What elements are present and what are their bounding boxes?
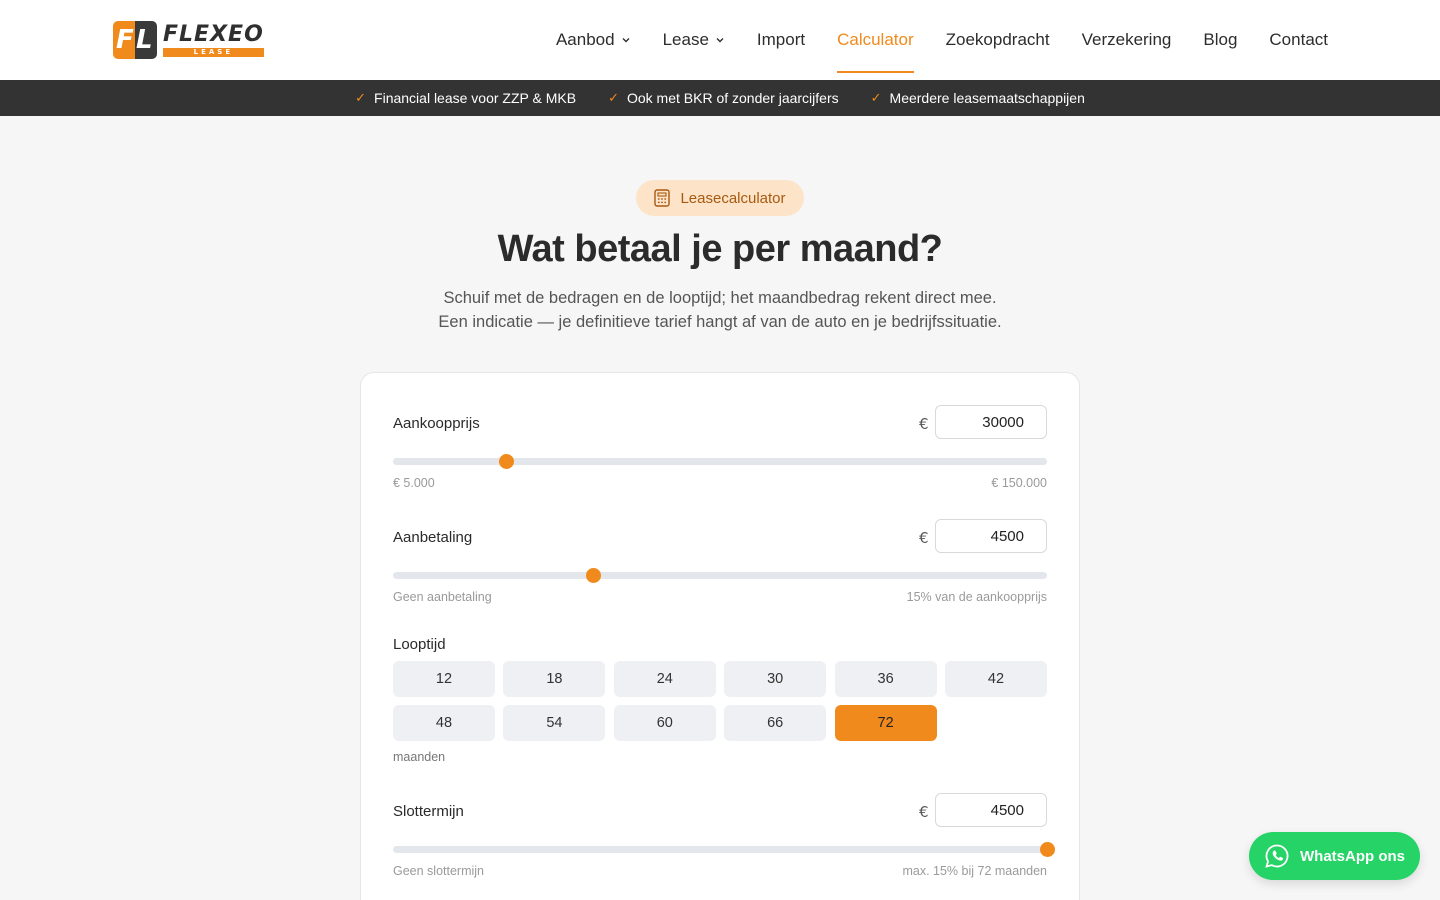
purchase-price-min-label: € 5.000 — [393, 476, 435, 490]
downpayment-label: Aanbetaling — [393, 529, 473, 546]
badge-label: Leasecalculator — [680, 189, 786, 207]
brand-logo[interactable]: F L FLEXEO LEASE — [113, 20, 264, 60]
currency-symbol: € — [919, 415, 929, 433]
nav-item-label: Import — [756, 30, 806, 49]
term-option-54[interactable]: 54 — [503, 705, 606, 741]
nav-item-verzekering[interactable]: Verzekering — [1082, 0, 1172, 80]
logo-wordmark: FLEXEO — [163, 21, 264, 47]
subtitle-line: Een indicatie — je definitieve tarief ha… — [438, 313, 1002, 331]
page-title: Wat betaal je per maand? — [497, 228, 943, 270]
usp-text: Ook met BKR of zonder jaarcijfers — [626, 90, 839, 106]
usp-bar: ✓ Financial lease voor ZZP & MKB ✓ Ook m… — [0, 80, 1440, 116]
check-icon: ✓ — [355, 90, 367, 105]
term-option-48[interactable]: 48 — [393, 705, 495, 741]
term-option-24[interactable]: 24 — [613, 661, 716, 697]
balloon-slider[interactable] — [393, 842, 1055, 857]
currency-symbol: € — [919, 529, 929, 547]
purchase-price-slider[interactable] — [393, 454, 1047, 469]
term-unit-label: maanden — [393, 750, 446, 764]
usp-text: Financial lease voor ZZP & MKB — [374, 90, 577, 106]
nav-item-blog[interactable]: Blog — [1203, 0, 1237, 80]
term-option-12[interactable]: 12 — [393, 661, 495, 697]
nav-item-label: Contact — [1269, 30, 1328, 49]
downpayment-min-label: Geen aanbetaling — [393, 590, 492, 604]
logo-mark-l: L — [136, 25, 153, 55]
usp-item: ✓ Ook met BKR of zonder jaarcijfers — [608, 90, 839, 106]
whatsapp-icon — [1265, 844, 1289, 868]
downpayment-slider[interactable] — [393, 568, 1047, 583]
nav-item-lease[interactable]: Lease — [663, 0, 725, 80]
lease-calculator-card: Aankoopprijs € € 5.000 € 150.000 Aanbeta… — [360, 372, 1080, 900]
purchase-price-label: Aankoopprijs — [393, 415, 480, 432]
subtitle-line: Schuif met de bedragen en de looptijd; h… — [443, 289, 997, 307]
whatsapp-label: WhatsApp ons — [1300, 847, 1405, 865]
nav-item-calculator[interactable]: Calculator — [837, 0, 914, 80]
term-label: Looptijd — [393, 636, 446, 653]
purchase-price-input[interactable] — [935, 405, 1047, 439]
nav-item-label: Calculator — [837, 30, 914, 49]
term-option-72[interactable]: 72 — [834, 705, 937, 741]
site-header: F L FLEXEO LEASE Aanbod Lease Import Cal… — [0, 0, 1440, 80]
check-icon: ✓ — [870, 90, 882, 105]
nav-item-label: Lease — [662, 30, 709, 49]
downpayment-input[interactable] — [935, 519, 1047, 553]
nav-item-label: Verzekering — [1081, 30, 1172, 49]
balloon-min-label: Geen slottermijn — [393, 864, 485, 878]
balloon-input[interactable] — [935, 793, 1047, 827]
term-option-66[interactable]: 66 — [724, 705, 827, 741]
purchase-price-slider-thumb[interactable] — [498, 454, 514, 469]
logo-mark: F L — [113, 21, 157, 59]
page-subtitle: Schuif met de bedragen en de looptijd; h… — [0, 286, 1440, 334]
balloon-label: Slottermijn — [393, 803, 464, 820]
nav-item-zoekopdracht[interactable]: Zoekopdracht — [946, 0, 1050, 80]
nav-item-label: Aanbod — [555, 30, 615, 49]
logo-text: FLEXEO LEASE — [163, 21, 264, 57]
usp-item: ✓ Meerdere leasemaatschappijen — [871, 90, 1085, 106]
nav-item-label: Zoekopdracht — [945, 30, 1050, 49]
usp-text: Meerdere leasemaatschappijen — [889, 90, 1085, 106]
balloon-max-label: max. 15% bij 72 maanden — [902, 864, 1047, 878]
nav-item-contact[interactable]: Contact — [1269, 0, 1328, 80]
downpayment-slider-thumb[interactable] — [586, 568, 602, 583]
section-badge: Leasecalculator — [636, 180, 804, 216]
check-icon: ✓ — [608, 90, 619, 105]
nav-item-aanbod[interactable]: Aanbod — [556, 0, 631, 80]
downpayment-max-label: 15% van de aankoopprijs — [906, 590, 1047, 604]
logo-subtitle: LEASE — [163, 47, 264, 57]
calculator-icon — [654, 189, 671, 207]
whatsapp-button[interactable]: WhatsApp ons — [1249, 832, 1420, 880]
usp-item: ✓ Financial lease voor ZZP & MKB — [355, 90, 576, 106]
main-nav: Aanbod Lease Import Calculator Zoekopdra… — [524, 0, 1328, 80]
term-option-18[interactable]: 18 — [503, 661, 606, 697]
term-option-36[interactable]: 36 — [834, 661, 937, 697]
nav-item-label: Blog — [1203, 30, 1238, 49]
logo-mark-f: F — [116, 25, 134, 55]
chevron-down-icon — [622, 38, 630, 43]
term-option-42[interactable]: 42 — [945, 661, 1047, 697]
term-option-60[interactable]: 60 — [613, 705, 716, 741]
balloon-slider-thumb[interactable] — [1040, 842, 1055, 857]
chevron-down-icon — [716, 38, 724, 43]
currency-symbol: € — [919, 803, 929, 821]
term-option-30[interactable]: 30 — [724, 661, 827, 697]
purchase-price-max-label: € 150.000 — [991, 476, 1047, 490]
nav-item-import[interactable]: Import — [757, 0, 805, 80]
